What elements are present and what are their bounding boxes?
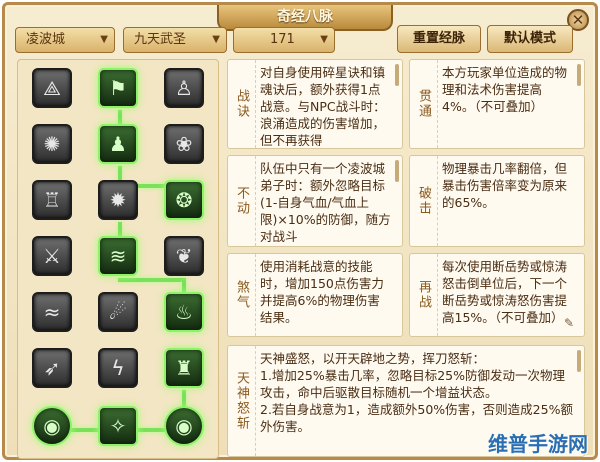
chevron-down-icon: ▼ xyxy=(100,34,108,45)
strong-man-icon[interactable]: ♖ xyxy=(32,180,72,220)
talent-description: 使用消耗战意的技能时，增加150点伤害力并提高6%的物理伤害结果。 xyxy=(260,259,384,325)
skill-dropdown[interactable]: 九天武圣 ▼ xyxy=(123,27,227,53)
orb-left-icon[interactable]: ◉ xyxy=(32,406,72,446)
lightning-icon[interactable]: ϟ xyxy=(98,348,138,388)
talent-card[interactable]: 战诀 对自身使用碎星诀和镇魂诀后，额外获得1点战意。与NPC战斗时：浪涌造成的伤… xyxy=(227,59,403,149)
talent-name: 破击 xyxy=(410,156,438,246)
chevron-down-icon: ▼ xyxy=(212,34,220,45)
talent-name: 煞气 xyxy=(228,254,256,336)
level-dropdown[interactable]: 171 ▼ xyxy=(233,27,335,53)
strike-icon[interactable]: ☄ xyxy=(98,292,138,332)
talent-name: 天神怒斩 xyxy=(228,346,256,456)
site-watermark: 维普手游网 xyxy=(488,432,588,456)
surge-icon[interactable]: ≋ xyxy=(98,236,138,276)
talent-card[interactable]: 不动 队伍中只有一个凌波城弟子时：额外忽略目标(1-自身气血/气血上限)×10%… xyxy=(227,155,403,247)
talent-card[interactable]: 贯通 本方玩家单位造成的物理和法术伤害提高4%。（不可叠加） xyxy=(409,59,585,149)
dragon-icon[interactable]: ❦ xyxy=(164,236,204,276)
talent-description: 本方玩家单位造成的物理和法术伤害提高4%。（不可叠加） xyxy=(442,65,568,114)
skill-dropdown-value: 九天武圣 xyxy=(134,32,187,47)
talent-name: 再战 xyxy=(410,254,438,336)
talent-name: 贯通 xyxy=(410,60,438,148)
school-dropdown[interactable]: 凌波城 ▼ xyxy=(15,27,115,53)
scrollbar[interactable] xyxy=(577,350,581,372)
default-mode-button[interactable]: 默认模式 xyxy=(487,25,573,53)
meridian-grid: ⟁ ⚑ ♙ ✺ ♟ ❀ ♖ ✹ ❂ ⚔ ≋ ❦ ≈ ☄ ♨ ➶ ϟ ♜ ◉ ✧ ◉ xyxy=(17,59,219,459)
figure-icon[interactable]: ♟ xyxy=(98,124,138,164)
arrows-icon[interactable]: ➶ xyxy=(32,348,72,388)
reset-meridians-button[interactable]: 重置经脉 xyxy=(397,25,481,53)
warrior-icon[interactable]: ♙ xyxy=(164,68,204,108)
meridian-connector xyxy=(118,278,186,282)
waves-icon[interactable]: ≈ xyxy=(32,292,72,332)
titan-icon[interactable]: ♜ xyxy=(164,348,204,388)
pencil-icon: ✎ xyxy=(563,316,574,330)
level-dropdown-value: 171 xyxy=(270,32,295,47)
talent-description: 队伍中只有一个凌波城弟子时：额外忽略目标(1-自身气血/气血上限)×10%的防御… xyxy=(260,161,391,244)
talent-name: 不动 xyxy=(228,156,256,246)
beast-icon[interactable]: ❂ xyxy=(164,180,204,220)
banner-icon[interactable]: ⚑ xyxy=(98,68,138,108)
talent-card[interactable]: 再战 每次使用断岳势或惊涛怒击倒单位后，下一个断岳势或惊涛怒伤害提高15%。（不… xyxy=(409,253,585,337)
wind-icon[interactable]: ❀ xyxy=(164,124,204,164)
orb-right-icon[interactable]: ◉ xyxy=(164,406,204,446)
talent-card[interactable]: 煞气 使用消耗战意的技能时，增加150点伤害力并提高6%的物理伤害结果。 xyxy=(227,253,403,337)
talent-descriptions: 战诀 对自身使用碎星诀和镇魂诀后，额外获得1点战意。与NPC战斗时：浪涌造成的伤… xyxy=(227,59,593,459)
wolf-icon[interactable]: ⟁ xyxy=(32,68,72,108)
scrollbar[interactable] xyxy=(577,64,581,86)
talent-card[interactable]: 破击 物理暴击几率翻倍，但暴击伤害倍率变为原来的65%。 xyxy=(409,155,585,247)
chevron-down-icon: ▼ xyxy=(320,34,328,45)
blade-icon[interactable]: ⚔ xyxy=(32,236,72,276)
sun-icon[interactable]: ✹ xyxy=(98,180,138,220)
talent-description: 物理暴击几率翻倍，但暴击伤害倍率变为原来的65%。 xyxy=(442,161,568,210)
talent-window: 奇经八脉 ✕ 凌波城 ▼ 九天武圣 ▼ 171 ▼ 重置经脉 默认模式 ⟁ ⚑ ♙ ✺… xyxy=(2,2,598,460)
school-dropdown-value: 凌波城 xyxy=(26,32,66,47)
orb-mid-icon[interactable]: ✧ xyxy=(98,406,138,446)
flame-icon[interactable]: ♨ xyxy=(164,292,204,332)
swirl-icon[interactable]: ✺ xyxy=(32,124,72,164)
scrollbar[interactable] xyxy=(395,64,399,86)
talent-description: 对自身使用碎星诀和镇魂诀后，额外获得1点战意。与NPC战斗时：浪涌造成的伤害增加… xyxy=(260,65,386,146)
scrollbar[interactable] xyxy=(395,160,399,182)
talent-description: 每次使用断岳势或惊涛怒击倒单位后，下一个断岳势或惊涛怒伤害提高15%。（不可叠加… xyxy=(442,259,568,325)
talent-name: 战诀 xyxy=(228,60,256,148)
